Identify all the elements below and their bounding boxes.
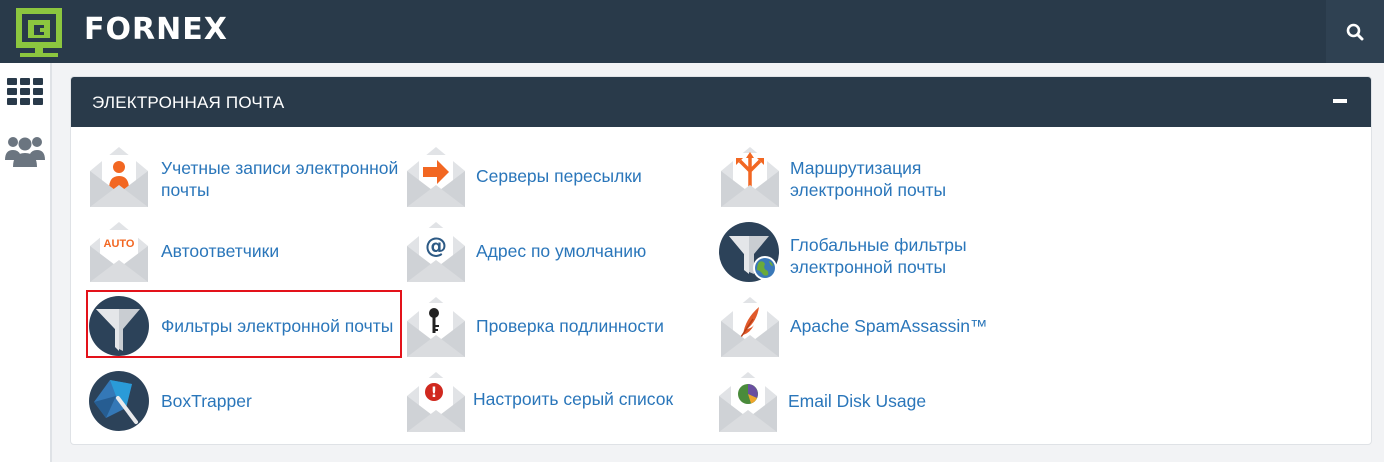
routing-envelope-icon — [721, 147, 779, 207]
forwarders-link[interactable]: Серверы пересылки — [405, 145, 705, 207]
default-address-label: Адрес по умолчанию — [476, 241, 647, 261]
forwarders-label: Серверы пересылки — [476, 166, 642, 186]
spamassassin-link[interactable]: Apache SpamAssassin™ — [719, 295, 1009, 357]
user-envelope-icon — [90, 147, 148, 207]
email-disk-usage-label: Email Disk Usage — [788, 391, 927, 411]
panel-title: ЭЛЕКТРОННАЯ ПОЧТА — [92, 93, 285, 112]
sidebar — [0, 63, 52, 462]
email-accounts-label: Учетные записи электронной почты — [161, 158, 399, 200]
email-routing-link[interactable]: Маршрутизация электронной почты — [719, 145, 1009, 207]
boxtrapper-link[interactable]: BoxTrapper — [88, 370, 404, 432]
spamassassin-label: Apache SpamAssassin™ — [790, 316, 988, 336]
pie-envelope-icon — [719, 372, 777, 432]
email-disk-usage-link[interactable]: Email Disk Usage — [717, 370, 1007, 432]
alert-envelope-icon: ! — [407, 372, 465, 432]
auto-badge: AUTO — [104, 238, 135, 250]
users-icon — [5, 137, 45, 167]
global-filters-link[interactable]: Глобальные фильтры электронной почты — [719, 220, 1009, 284]
top-bar: FORNEX — [0, 0, 1384, 63]
forward-arrow-envelope-icon — [407, 147, 465, 207]
feather-envelope-icon — [721, 297, 779, 357]
grid-icon — [7, 78, 43, 105]
sidebar-item-users[interactable] — [0, 127, 50, 173]
autoresponders-link[interactable]: AUTO Автоответчики — [88, 220, 408, 282]
boxtrapper-icon — [89, 371, 149, 431]
greylisting-link[interactable]: ! Настроить серый список — [405, 370, 705, 432]
boxtrapper-label: BoxTrapper — [161, 391, 252, 411]
autoresponders-label: Автоответчики — [161, 241, 280, 261]
alert-badge: ! — [431, 385, 437, 401]
key-envelope-icon — [407, 297, 465, 357]
greylisting-label: Настроить серый список — [473, 389, 674, 409]
email-filters-label: Фильтры электронной почты — [161, 316, 394, 336]
logo-text[interactable]: FORNEX — [84, 12, 228, 47]
sidebar-item-home[interactable] — [0, 69, 50, 115]
search-button[interactable] — [1326, 0, 1384, 63]
email-filters-link[interactable]: Фильтры электронной почты — [88, 295, 404, 357]
email-routing-label: Маршрутизация электронной почты — [790, 158, 947, 200]
global-filter-icon — [719, 222, 779, 282]
at-envelope-icon: @ — [407, 222, 465, 282]
authentication-link[interactable]: Проверка подлинности — [405, 295, 705, 357]
auto-envelope-icon: AUTO — [90, 222, 148, 282]
filter-icon — [89, 296, 149, 356]
default-address-link[interactable]: @ Адрес по умолчанию — [405, 220, 705, 282]
at-badge: @ — [425, 234, 447, 259]
panel-header[interactable]: ЭЛЕКТРОННАЯ ПОЧТА — [71, 77, 1371, 127]
fornex-logo-icon[interactable] — [14, 6, 64, 58]
email-accounts-link[interactable]: Учетные записи электронной почты — [88, 145, 408, 207]
search-icon — [1346, 23, 1364, 40]
collapse-minus-icon[interactable] — [1333, 99, 1347, 103]
global-filters-label: Глобальные фильтры электронной почты — [790, 235, 967, 277]
authentication-label: Проверка подлинности — [476, 316, 664, 336]
